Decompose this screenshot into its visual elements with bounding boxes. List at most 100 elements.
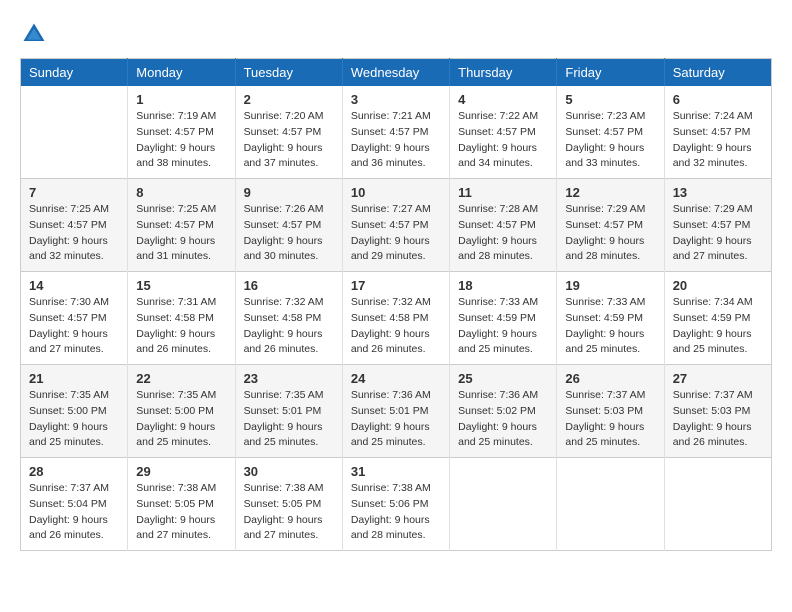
day-info: Sunrise: 7:22 AM Sunset: 4:57 PM Dayligh… (458, 109, 548, 172)
day-number: 17 (351, 278, 441, 293)
calendar-table: SundayMondayTuesdayWednesdayThursdayFrid… (20, 58, 772, 551)
day-number: 1 (136, 92, 226, 107)
calendar-cell: 30Sunrise: 7:38 AM Sunset: 5:05 PM Dayli… (235, 458, 342, 551)
day-info: Sunrise: 7:37 AM Sunset: 5:03 PM Dayligh… (565, 388, 655, 451)
day-number: 15 (136, 278, 226, 293)
calendar-cell: 4 Sunrise: 7:22 AM Sunset: 4:57 PM Daylig… (450, 86, 557, 179)
day-info: Sunrise: 7:35 AM Sunset: 5:00 PM Dayligh… (29, 388, 119, 451)
day-info: Sunrise: 7:25 AM Sunset: 4:57 PM Dayligh… (29, 202, 119, 265)
day-number: 19 (565, 278, 655, 293)
calendar-cell: 31 Sunrise: 7:38 AM Sunset: 5:06 PM Dayli… (342, 458, 449, 551)
day-number: 22 (136, 371, 226, 386)
calendar-cell: 15 Sunrise: 7:31 AM Sunset: 4:58 PM Dayli… (128, 272, 235, 365)
day-info: Sunrise: 7:19 AM Sunset: 4:57 PM Dayligh… (136, 109, 226, 172)
header-wednesday: Wednesday (342, 59, 449, 87)
day-number: 26 (565, 371, 655, 386)
day-info: Sunrise: 7:29 AM Sunset: 4:57 PM Dayligh… (673, 202, 763, 265)
calendar-cell: 17 Sunrise: 7:32 AM Sunset: 4:58 PM Dayli… (342, 272, 449, 365)
day-info: Sunrise: 7:29 AM Sunset: 4:57 PM Dayligh… (565, 202, 655, 265)
day-number: 3 (351, 92, 441, 107)
calendar-cell (557, 458, 664, 551)
calendar-cell: 16Sunrise: 7:32 AM Sunset: 4:58 PM Dayli… (235, 272, 342, 365)
calendar-cell: 23Sunrise: 7:35 AM Sunset: 5:01 PM Dayli… (235, 365, 342, 458)
day-number: 9 (244, 185, 334, 200)
day-number: 13 (673, 185, 763, 200)
calendar-cell: 20 Sunrise: 7:34 AM Sunset: 4:59 PM Dayli… (664, 272, 771, 365)
day-info: Sunrise: 7:34 AM Sunset: 4:59 PM Dayligh… (673, 295, 763, 358)
calendar-cell (664, 458, 771, 551)
calendar-cell: 19 Sunrise: 7:33 AM Sunset: 4:59 PM Dayli… (557, 272, 664, 365)
header-sunday: Sunday (21, 59, 128, 87)
day-number: 27 (673, 371, 763, 386)
header-thursday: Thursday (450, 59, 557, 87)
calendar-cell: 7 Sunrise: 7:25 AM Sunset: 4:57 PM Daylig… (21, 179, 128, 272)
day-number: 11 (458, 185, 548, 200)
calendar-cell (450, 458, 557, 551)
calendar-cell: 8 Sunrise: 7:25 AM Sunset: 4:57 PM Daylig… (128, 179, 235, 272)
header-saturday: Saturday (664, 59, 771, 87)
day-number: 6 (673, 92, 763, 107)
header-monday: Monday (128, 59, 235, 87)
calendar-cell: 13 Sunrise: 7:29 AM Sunset: 4:57 PM Dayli… (664, 179, 771, 272)
calendar-cell: 11 Sunrise: 7:28 AM Sunset: 4:57 PM Dayli… (450, 179, 557, 272)
calendar-cell: 12 Sunrise: 7:29 AM Sunset: 4:57 PM Dayli… (557, 179, 664, 272)
day-info: Sunrise: 7:33 AM Sunset: 4:59 PM Dayligh… (458, 295, 548, 358)
day-number: 4 (458, 92, 548, 107)
day-number: 20 (673, 278, 763, 293)
calendar-cell: 25 Sunrise: 7:36 AM Sunset: 5:02 PM Dayli… (450, 365, 557, 458)
logo-icon (20, 20, 48, 48)
day-info: Sunrise: 7:26 AM Sunset: 4:57 PM Dayligh… (244, 202, 334, 265)
day-info: Sunrise: 7:38 AM Sunset: 5:06 PM Dayligh… (351, 481, 441, 544)
day-number: 31 (351, 464, 441, 479)
day-number: 8 (136, 185, 226, 200)
day-info: Sunrise: 7:27 AM Sunset: 4:57 PM Dayligh… (351, 202, 441, 265)
header-friday: Friday (557, 59, 664, 87)
day-info: Sunrise: 7:28 AM Sunset: 4:57 PM Dayligh… (458, 202, 548, 265)
calendar-cell (21, 86, 128, 179)
day-info: Sunrise: 7:31 AM Sunset: 4:58 PM Dayligh… (136, 295, 226, 358)
calendar-cell: 26 Sunrise: 7:37 AM Sunset: 5:03 PM Dayli… (557, 365, 664, 458)
day-info: Sunrise: 7:20 AM Sunset: 4:57 PM Dayligh… (244, 109, 334, 172)
day-info: Sunrise: 7:36 AM Sunset: 5:01 PM Dayligh… (351, 388, 441, 451)
day-number: 24 (351, 371, 441, 386)
day-info: Sunrise: 7:24 AM Sunset: 4:57 PM Dayligh… (673, 109, 763, 172)
day-info: Sunrise: 7:25 AM Sunset: 4:57 PM Dayligh… (136, 202, 226, 265)
calendar-week-row: 1 Sunrise: 7:19 AM Sunset: 4:57 PM Daylig… (21, 86, 772, 179)
day-info: Sunrise: 7:35 AM Sunset: 5:01 PM Dayligh… (244, 388, 334, 451)
calendar-week-row: 21 Sunrise: 7:35 AM Sunset: 5:00 PM Dayli… (21, 365, 772, 458)
day-number: 29 (136, 464, 226, 479)
calendar-cell: 24 Sunrise: 7:36 AM Sunset: 5:01 PM Dayli… (342, 365, 449, 458)
day-number: 7 (29, 185, 119, 200)
day-number: 25 (458, 371, 548, 386)
day-info: Sunrise: 7:38 AM Sunset: 5:05 PM Dayligh… (136, 481, 226, 544)
day-info: Sunrise: 7:37 AM Sunset: 5:04 PM Dayligh… (29, 481, 119, 544)
calendar-cell: 27 Sunrise: 7:37 AM Sunset: 5:03 PM Dayli… (664, 365, 771, 458)
day-number: 2 (244, 92, 334, 107)
day-info: Sunrise: 7:36 AM Sunset: 5:02 PM Dayligh… (458, 388, 548, 451)
calendar-cell: 9 Sunrise: 7:26 AM Sunset: 4:57 PM Daylig… (235, 179, 342, 272)
day-number: 21 (29, 371, 119, 386)
calendar-cell: 18Sunrise: 7:33 AM Sunset: 4:59 PM Dayli… (450, 272, 557, 365)
calendar-cell: 29 Sunrise: 7:38 AM Sunset: 5:05 PM Dayli… (128, 458, 235, 551)
calendar-cell: 2 Sunrise: 7:20 AM Sunset: 4:57 PM Daylig… (235, 86, 342, 179)
header-tuesday: Tuesday (235, 59, 342, 87)
day-number: 5 (565, 92, 655, 107)
day-info: Sunrise: 7:32 AM Sunset: 4:58 PM Dayligh… (351, 295, 441, 358)
calendar-cell: 3 Sunrise: 7:21 AM Sunset: 4:57 PM Daylig… (342, 86, 449, 179)
calendar-cell: 28Sunrise: 7:37 AM Sunset: 5:04 PM Dayli… (21, 458, 128, 551)
calendar-cell: 14 Sunrise: 7:30 AM Sunset: 4:57 PM Dayli… (21, 272, 128, 365)
day-info: Sunrise: 7:30 AM Sunset: 4:57 PM Dayligh… (29, 295, 119, 358)
day-info: Sunrise: 7:38 AM Sunset: 5:05 PM Dayligh… (244, 481, 334, 544)
calendar-cell: 10Sunrise: 7:27 AM Sunset: 4:57 PM Dayli… (342, 179, 449, 272)
calendar-cell: 21 Sunrise: 7:35 AM Sunset: 5:00 PM Dayli… (21, 365, 128, 458)
day-number: 14 (29, 278, 119, 293)
day-info: Sunrise: 7:37 AM Sunset: 5:03 PM Dayligh… (673, 388, 763, 451)
calendar-week-row: 7 Sunrise: 7:25 AM Sunset: 4:57 PM Daylig… (21, 179, 772, 272)
logo (20, 20, 50, 48)
day-info: Sunrise: 7:33 AM Sunset: 4:59 PM Dayligh… (565, 295, 655, 358)
day-info: Sunrise: 7:21 AM Sunset: 4:57 PM Dayligh… (351, 109, 441, 172)
calendar-week-row: 14 Sunrise: 7:30 AM Sunset: 4:57 PM Dayli… (21, 272, 772, 365)
day-number: 12 (565, 185, 655, 200)
calendar-cell: 22Sunrise: 7:35 AM Sunset: 5:00 PM Dayli… (128, 365, 235, 458)
day-info: Sunrise: 7:32 AM Sunset: 4:58 PM Dayligh… (244, 295, 334, 358)
